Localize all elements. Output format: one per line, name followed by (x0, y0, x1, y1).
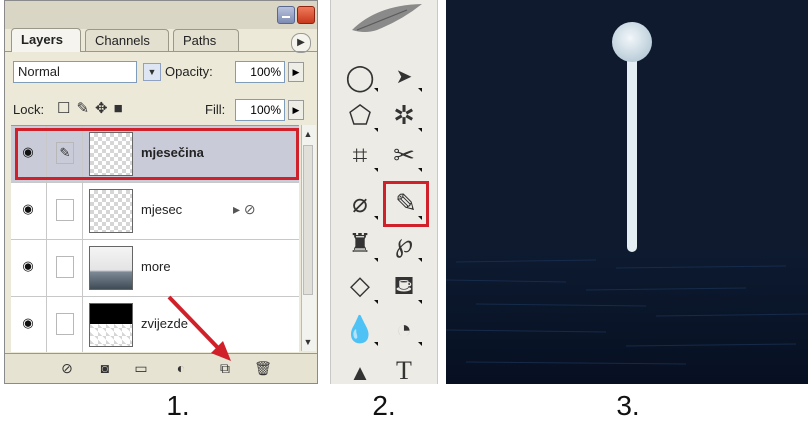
layers-palette: Layers Channels Paths ▶ Normal ▼ Opacity… (4, 0, 318, 384)
tab-paths[interactable]: Paths (173, 29, 239, 51)
chevron-down-icon[interactable]: ▼ (143, 63, 161, 81)
scroll-down-icon[interactable]: ▼ (301, 335, 315, 349)
new-set-icon[interactable]: ▭ (131, 359, 151, 377)
marquee-tool-icon[interactable]: ◯ (342, 58, 378, 96)
lock-label: Lock: (13, 102, 45, 117)
lock-image-icon[interactable]: ✎ (76, 100, 95, 117)
trash-icon[interactable]: 🗑 (253, 359, 273, 377)
tool-flyout-indicator (418, 258, 422, 262)
link-cell[interactable] (47, 240, 83, 296)
slice-tool-icon[interactable]: ✂ (386, 136, 422, 174)
fill-slider-arrow-icon[interactable]: ▶ (288, 100, 304, 120)
empty-link-box (56, 313, 74, 335)
crop-tool-icon[interactable]: ⌗ (342, 136, 378, 174)
opacity-slider-arrow-icon[interactable]: ▶ (288, 62, 304, 82)
opacity-field[interactable]: 100% (235, 61, 285, 83)
blend-mode-select[interactable]: Normal (13, 61, 137, 83)
caption-2: 2. (372, 390, 396, 421)
red-arrow-annotation (167, 295, 231, 361)
link-cell[interactable] (47, 183, 83, 239)
canvas-preview (446, 0, 808, 384)
dodge-tool-icon[interactable]: ◔ (386, 310, 422, 348)
layer-row-more[interactable]: ◉ more (11, 240, 299, 297)
tab-layers[interactable]: Layers (11, 28, 81, 52)
magic-wand-tool-icon[interactable]: ✲ (386, 96, 422, 134)
tool-flyout-indicator (418, 88, 422, 92)
palette-titlebar (5, 1, 317, 29)
layer-style-icon[interactable]: ⊘ (57, 359, 77, 377)
layer-thumbnail (89, 246, 133, 290)
caption-3: 3. (616, 390, 640, 421)
blur-tool-icon[interactable]: 💧 (342, 310, 378, 348)
layer-thumbnail (89, 303, 133, 347)
visibility-cell[interactable]: ◉ (11, 183, 47, 239)
photoshop-feather-logo (352, 4, 422, 32)
tool-flyout-indicator (374, 342, 378, 346)
layer-row-zvijezde[interactable]: ◉ zvijezde (11, 297, 299, 352)
path-selection-tool-icon[interactable]: ▲ (342, 354, 378, 392)
caption-1: 1. (166, 390, 190, 421)
tool-flyout-indicator (374, 300, 378, 304)
add-mask-icon[interactable]: ◙ (95, 359, 115, 377)
visibility-cell[interactable]: ◉ (11, 240, 47, 296)
tool-flyout-indicator (418, 300, 422, 304)
move-tool-icon[interactable]: ➤ (386, 58, 422, 96)
layer-effects-icon[interactable]: ▸ ⊘ (233, 201, 256, 218)
paint-bucket-tool-icon[interactable]: ⛾ (386, 266, 422, 304)
layer-row-mjesec[interactable]: ◉ mjesec ▸ ⊘ (11, 183, 299, 240)
eraser-tool-icon[interactable]: ◇ (342, 266, 378, 304)
fill-label: Fill: (205, 102, 226, 117)
minimize-button[interactable] (277, 6, 295, 24)
lock-transparency-icon[interactable]: ☐ (57, 100, 76, 117)
layer-name[interactable]: more (141, 259, 171, 274)
tool-flyout-indicator (418, 342, 422, 346)
eye-icon[interactable]: ◉ (19, 202, 37, 216)
eye-icon[interactable]: ◉ (19, 259, 37, 273)
tool-flyout-indicator (418, 128, 422, 132)
lock-options: ☐✎✥■ (57, 99, 129, 117)
opacity-label: Opacity: (165, 64, 213, 79)
tool-flyout-indicator (374, 128, 378, 132)
history-brush-tool-icon[interactable]: ℘ (386, 224, 422, 262)
palette-menu-arrow-icon[interactable]: ▶ (291, 33, 311, 53)
healing-brush-tool-icon[interactable]: ⌀ (342, 184, 378, 222)
visibility-cell[interactable]: ◉ (11, 297, 47, 352)
scroll-thumb[interactable] (303, 145, 313, 295)
moon-reflection-image (446, 0, 808, 384)
fill-field[interactable]: 100% (235, 99, 285, 121)
lock-position-icon[interactable]: ✥ (95, 100, 114, 117)
tab-channels[interactable]: Channels (85, 29, 169, 51)
clone-stamp-tool-icon[interactable]: ♜ (342, 224, 378, 262)
link-cell[interactable] (47, 297, 83, 352)
selection-highlight (15, 128, 299, 180)
lock-all-icon[interactable]: ■ (114, 100, 129, 117)
tool-flyout-indicator (374, 216, 378, 220)
close-button[interactable] (297, 6, 315, 24)
tool-flyout-indicator (374, 258, 378, 262)
lasso-tool-icon[interactable]: ⬠ (342, 96, 378, 134)
eye-icon[interactable]: ◉ (19, 316, 37, 330)
empty-link-box (56, 199, 74, 221)
type-tool-icon[interactable]: T (386, 352, 422, 390)
tool-flyout-indicator (374, 168, 378, 172)
tool-flyout-indicator (418, 168, 422, 172)
brush-tool-highlight (383, 181, 429, 227)
layer-name[interactable]: mjesec (141, 202, 182, 217)
tool-flyout-indicator (374, 88, 378, 92)
scroll-up-icon[interactable]: ▲ (301, 127, 315, 141)
empty-link-box (56, 256, 74, 278)
layer-thumbnail (89, 189, 133, 233)
